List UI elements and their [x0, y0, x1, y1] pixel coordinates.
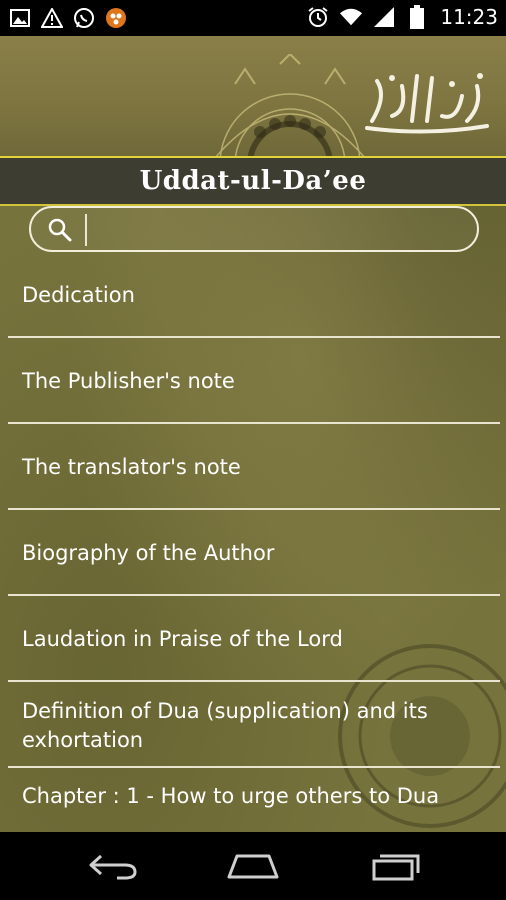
status-bar-notifications [8, 6, 128, 30]
recents-button[interactable] [368, 850, 424, 882]
search-icon [48, 218, 72, 242]
recents-icon [372, 854, 420, 881]
wifi-icon [339, 5, 363, 29]
calligraphy-logo [365, 73, 489, 134]
status-bar-system: 11:23 [306, 5, 498, 29]
alarm-icon [306, 5, 330, 29]
navigation-bar [0, 832, 506, 900]
page-title: Uddat-ul-Da’ee [139, 166, 367, 196]
back-button[interactable] [85, 850, 141, 882]
status-time: 11:23 [440, 5, 498, 29]
chapter-list: Dedication The Publisher's note The tran… [0, 252, 506, 832]
signal-icon [372, 5, 396, 29]
list-item[interactable]: Definition of Dua (supplication) and its… [0, 682, 506, 768]
app-notification-icon [104, 6, 128, 30]
list-item[interactable]: Laudation in Praise of the Lord [0, 596, 506, 682]
list-item-label: The translator's note [22, 454, 241, 479]
list-item[interactable]: The Publisher's note [0, 338, 506, 424]
whatsapp-icon [72, 6, 96, 30]
list-item-label: Definition of Dua (supplication) and its… [22, 699, 428, 752]
home-icon [227, 854, 279, 879]
header-banner [0, 36, 506, 156]
list-item[interactable]: Dedication [0, 252, 506, 338]
list-item-label: Chapter : 1 - How to urge others to Dua [22, 784, 440, 808]
list-item[interactable]: The translator's note [0, 424, 506, 510]
warning-icon [40, 6, 64, 30]
list-item-label: The Publisher's note [22, 368, 235, 393]
title-bar: Uddat-ul-Da’ee [0, 156, 506, 206]
list-item[interactable]: Biography of the Author [0, 510, 506, 596]
list-item-label: Dedication [22, 282, 135, 307]
search-box[interactable] [29, 206, 479, 252]
list-item-label: Biography of the Author [22, 540, 275, 565]
list-item[interactable]: Chapter : 1 - How to urge others to Dua [0, 768, 506, 832]
app-screen: Uddat-ul-Da’ee Dedication The Publisher'… [0, 36, 506, 832]
search-input[interactable] [85, 214, 465, 246]
back-icon [89, 854, 137, 880]
home-button[interactable] [225, 850, 281, 882]
image-icon [8, 6, 32, 30]
list-item-label: Laudation in Praise of the Lord [22, 626, 343, 651]
battery-icon [405, 5, 429, 29]
status-bar: 11:23 [0, 0, 506, 36]
